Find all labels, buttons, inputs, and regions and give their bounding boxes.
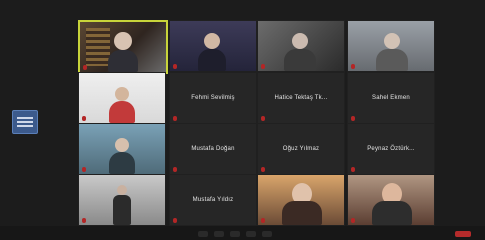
video-tile[interactable] xyxy=(257,174,345,226)
participant-name-tile[interactable]: Mustafa Doğan xyxy=(169,123,257,175)
bookshelf-image xyxy=(86,28,110,66)
leave-button[interactable] xyxy=(455,231,471,237)
participant-face xyxy=(292,33,308,49)
participant-name: Mustafa Doğan xyxy=(191,146,235,152)
participant-body xyxy=(109,101,135,123)
participant-name: Fehmi Sevilmiş xyxy=(191,95,235,101)
participant-body xyxy=(376,49,408,71)
participant-name: Sahel Ekmen xyxy=(372,95,410,101)
participant-name: Hatice Tektaş Tk... xyxy=(274,95,328,101)
control-button[interactable] xyxy=(262,231,272,237)
control-button[interactable] xyxy=(198,231,208,237)
participant-body xyxy=(284,49,316,71)
mic-muted-icon xyxy=(261,116,265,121)
side-panel-toggle-icon[interactable] xyxy=(12,110,38,134)
mic-muted-icon xyxy=(261,218,265,223)
video-tile[interactable] xyxy=(78,174,166,226)
participant-name-tile[interactable]: Sahel Ekmen xyxy=(347,72,435,124)
mic-muted-icon xyxy=(261,64,265,69)
video-tile-active-speaker[interactable] xyxy=(78,20,168,74)
control-button[interactable] xyxy=(246,231,256,237)
participant-body xyxy=(109,152,135,174)
participant-name-tile[interactable]: Fehmi Sevilmiş xyxy=(169,72,257,124)
mic-muted-icon xyxy=(351,218,355,223)
participant-name-tile[interactable]: Peynaz Öztürk... xyxy=(347,123,435,175)
list-icon xyxy=(17,117,33,119)
video-tile[interactable] xyxy=(78,123,166,175)
control-button[interactable] xyxy=(214,231,224,237)
mic-muted-icon xyxy=(351,116,355,121)
mic-muted-icon xyxy=(82,218,86,223)
mic-muted-icon xyxy=(351,64,355,69)
participant-body xyxy=(108,50,138,72)
video-tile[interactable] xyxy=(257,20,345,72)
participant-name-tile[interactable]: Hatice Tektaş Tk... xyxy=(257,72,345,124)
video-tile[interactable] xyxy=(78,72,166,124)
participant-face xyxy=(114,32,132,50)
zoom-gallery-window: Fehmi Sevilmiş Hatice Tektaş Tk... Sahel… xyxy=(0,0,485,240)
participant-body xyxy=(372,201,412,225)
mic-muted-icon xyxy=(173,116,177,121)
mic-muted-icon xyxy=(82,167,86,172)
mic-muted-icon xyxy=(173,167,177,172)
meeting-controls-bar xyxy=(0,226,485,240)
control-button[interactable] xyxy=(230,231,240,237)
mic-muted-icon xyxy=(173,64,177,69)
participant-face xyxy=(115,138,129,152)
mic-muted-icon xyxy=(82,116,86,121)
participant-name-tile[interactable]: Oğuz Yılmaz xyxy=(257,123,345,175)
participant-face xyxy=(115,87,129,101)
mic-muted-icon xyxy=(83,65,87,70)
mic-muted-icon xyxy=(351,167,355,172)
participant-face xyxy=(384,33,400,49)
video-tile[interactable] xyxy=(347,20,435,72)
participant-body xyxy=(282,201,322,225)
mic-muted-icon xyxy=(261,167,265,172)
participant-face xyxy=(204,33,220,49)
participant-body xyxy=(113,195,131,225)
participant-name-tile[interactable]: Mustafa Yıldız xyxy=(169,174,257,226)
participant-face xyxy=(117,185,127,195)
participant-name: Peynaz Öztürk... xyxy=(367,146,415,152)
video-tile[interactable] xyxy=(347,174,435,226)
mic-muted-icon xyxy=(173,218,177,223)
participant-body xyxy=(198,49,226,71)
video-tile[interactable] xyxy=(169,20,257,72)
participant-name: Oğuz Yılmaz xyxy=(282,146,320,152)
participant-name: Mustafa Yıldız xyxy=(192,197,234,203)
